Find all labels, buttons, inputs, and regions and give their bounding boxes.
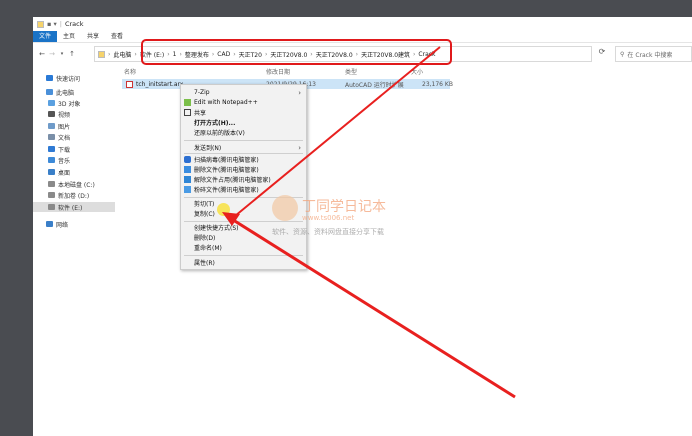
download-icon — [48, 146, 55, 152]
menu-item-scan-virus[interactable]: 扫描病毒(腾讯电脑管家) — [181, 155, 306, 164]
menu-item-notepad[interactable]: Edit with Notepad++ — [181, 98, 306, 107]
drive-icon — [48, 204, 55, 210]
shield-icon — [184, 156, 191, 163]
back-arrow-icon[interactable]: ← — [37, 50, 47, 58]
search-placeholder: 在 Crack 中搜索 — [627, 51, 673, 59]
menu-item-7zip[interactable]: 7-Zip › — [181, 88, 306, 97]
refresh-icon[interactable]: ⟳ — [596, 47, 608, 59]
search-input[interactable]: ⚲ 在 Crack 中搜索 — [615, 46, 692, 62]
watermark-title: 丁同学日记本 — [302, 199, 386, 215]
title-bar: ▪ ▾ | Crack — [33, 17, 692, 31]
sidebar-item-desktop[interactable]: 桌面 — [48, 167, 70, 177]
submenu-arrow-icon: › — [298, 88, 301, 97]
column-header-date[interactable]: 修改日期 — [266, 67, 290, 77]
mouse-cursor-highlight — [217, 203, 230, 216]
menu-item-restore-versions[interactable]: 还原以前的版本(V) — [181, 128, 306, 137]
up-arrow-icon[interactable]: ↑ — [67, 50, 77, 58]
desktop-icon — [48, 169, 55, 175]
address-folder-icon — [98, 50, 105, 58]
menu-separator — [184, 255, 303, 256]
file-name: tch_initstart.arx — [136, 80, 184, 88]
menu-separator — [184, 153, 303, 154]
menu-item-share[interactable]: 共享 — [181, 108, 306, 117]
star-icon — [46, 75, 53, 81]
tab-file[interactable]: 文件 — [33, 31, 58, 42]
sidebar-item-videos[interactable]: 视频 — [48, 109, 70, 119]
sidebar-item-drive-e[interactable]: 软件 (E:) — [33, 202, 115, 212]
computer-icon — [46, 89, 53, 95]
sidebar-item-downloads[interactable]: 下载 — [48, 144, 70, 154]
file-type: AutoCAD 运行时扩展 — [345, 81, 404, 89]
watermark-logo-icon — [272, 195, 298, 221]
sidebar-item-music[interactable]: 音乐 — [48, 155, 70, 165]
music-icon — [48, 157, 55, 163]
tab-home[interactable]: 主页 — [57, 31, 81, 42]
sidebar-item-documents[interactable]: 文档 — [48, 132, 70, 142]
sidebar-item-pictures[interactable]: 图片 — [48, 121, 70, 131]
menu-separator — [184, 140, 303, 141]
cube-icon — [48, 100, 55, 106]
menu-item-open-with[interactable]: 打开方式(H)... — [181, 118, 306, 127]
sidebar-item-this-pc[interactable]: 此电脑 — [46, 87, 74, 97]
video-icon — [48, 111, 55, 117]
menu-item-send-to[interactable]: 发送到(N) › — [181, 143, 306, 153]
column-header-name[interactable]: 名称 — [124, 67, 136, 77]
window-title: Crack — [64, 20, 84, 28]
column-header-size[interactable]: 大小 — [411, 67, 423, 77]
share-icon — [184, 109, 191, 116]
menu-item-rename[interactable]: 重命名(M) — [181, 243, 306, 252]
forward-arrow-icon[interactable]: → — [47, 50, 57, 58]
submenu-arrow-icon: › — [298, 143, 301, 152]
watermark-url: www.ts006.net — [302, 214, 355, 222]
folder-icon — [37, 20, 44, 28]
drive-icon — [48, 181, 55, 187]
sidebar-item-3d-objects[interactable]: 3D 对象 — [48, 98, 80, 108]
watermark-slogan: 软件、资源、资料网盘直接分享下载 — [272, 228, 384, 236]
address-highlight-box — [141, 39, 452, 65]
menu-item-unlock-file[interactable]: 解除文件占用(腾讯电脑管家) — [181, 175, 306, 184]
document-icon — [48, 134, 55, 140]
menu-item-shred-file[interactable]: 粉碎文件(腾讯电脑管家) — [181, 185, 306, 194]
context-menu: 7-Zip › Edit with Notepad++ 共享 打开方式(H)...… — [180, 84, 307, 270]
sidebar-item-drive-d[interactable]: 新加卷 (D:) — [48, 190, 89, 200]
title-separator: | — [59, 20, 62, 28]
menu-item-properties[interactable]: 属性(R) — [181, 258, 306, 267]
tab-view[interactable]: 查看 — [105, 31, 129, 42]
drive-icon — [48, 192, 55, 198]
shred-icon — [184, 186, 191, 193]
quick-access-toolbar[interactable]: ▪ ▾ — [47, 20, 57, 28]
menu-item-delete-file-tencent[interactable]: 删除文件(腾讯电脑管家) — [181, 165, 306, 174]
navigation-pane: 快速访问 此电脑 3D 对象 视频 图片 文档 下载 音乐 桌面 本地磁盘 (C… — [33, 67, 115, 436]
trash-icon — [184, 166, 191, 173]
file-size: 23,176 KB — [422, 80, 453, 88]
tab-share[interactable]: 共享 — [81, 31, 105, 42]
notepad-icon — [184, 99, 191, 106]
picture-icon — [48, 123, 55, 129]
sidebar-item-drive-c[interactable]: 本地磁盘 (C:) — [48, 179, 95, 189]
breadcrumb-this-pc[interactable]: 此电脑 — [113, 50, 131, 59]
column-header-type[interactable]: 类型 — [345, 67, 357, 77]
arx-file-icon — [126, 80, 133, 88]
recent-dropdown-icon[interactable]: ▾ — [57, 51, 67, 57]
unlock-icon — [184, 176, 191, 183]
sidebar-item-quick-access[interactable]: 快速访问 — [46, 73, 80, 83]
network-icon — [46, 221, 53, 227]
sidebar-item-network[interactable]: 网络 — [46, 219, 68, 229]
search-icon: ⚲ — [620, 50, 625, 58]
menu-separator — [184, 221, 303, 222]
